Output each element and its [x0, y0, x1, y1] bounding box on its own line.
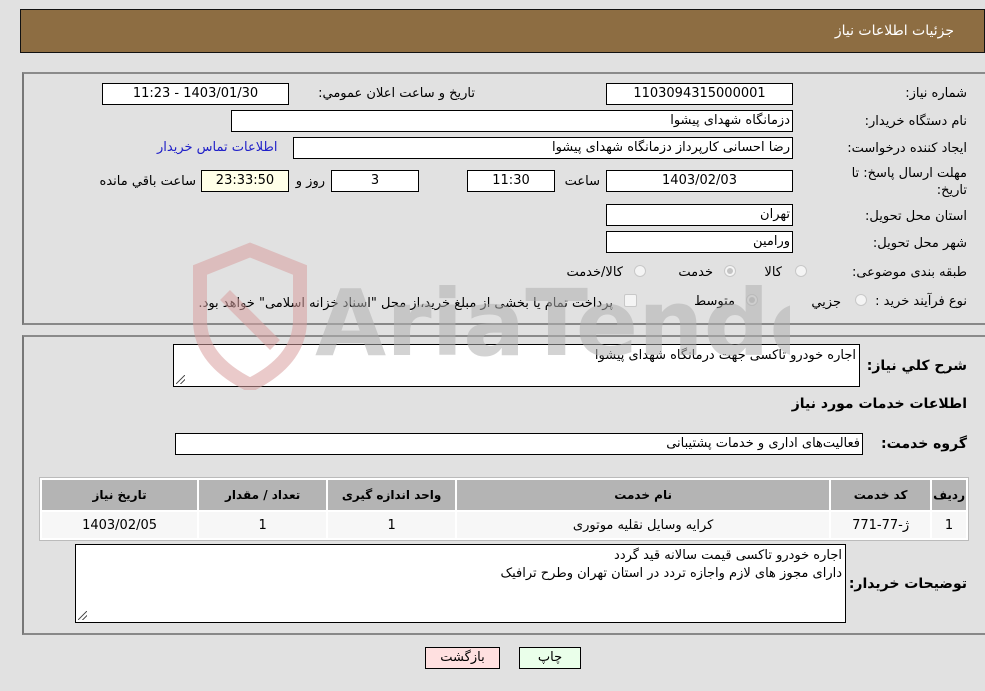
process-minor-label: جزيي	[811, 295, 841, 310]
process-radio-minor[interactable]	[855, 294, 867, 306]
category-radio-goods[interactable]	[795, 265, 807, 277]
service-group-label: گروه خدمت:	[881, 436, 967, 452]
creator-label: ایجاد کننده درخواست:	[847, 141, 967, 156]
process-label: نوع فرآیند خرید :	[875, 294, 967, 309]
category-radio-goods-service[interactable]	[634, 265, 646, 277]
city-label: شهر محل تحویل:	[872, 236, 967, 251]
treasury-checkbox[interactable]	[624, 294, 637, 307]
province-field[interactable]: تهران	[606, 204, 793, 226]
services-heading: اطلاعات خدمات مورد نیاز	[791, 396, 967, 412]
cell-qty: 1	[199, 512, 327, 538]
services-table-header: ردیف کد خدمت نام خدمت واحد اندازه گیری ت…	[42, 480, 966, 510]
province-label: استان محل تحویل:	[865, 209, 967, 224]
col-row-header: ردیف	[932, 480, 966, 510]
buyer-notes-label: توضیحات خریدار:	[848, 576, 967, 592]
need-number-label: شماره نیاز:	[905, 86, 967, 101]
deadline-time-field[interactable]: 11:30	[467, 170, 555, 192]
buyer-org-field[interactable]: دزمانگاه شهدای پیشوا	[231, 110, 793, 132]
col-qty-header: تعداد / مقدار	[199, 480, 327, 510]
category-label: طبقه بندی موضوعی:	[851, 265, 967, 280]
remaining-time-field[interactable]: 23:33:50	[201, 170, 289, 192]
need-number-field[interactable]: 1103094315000001	[606, 83, 793, 105]
description-textarea[interactable]: اجاره خودرو تاکسی جهت درمانگاه شهدای پیش…	[173, 344, 860, 387]
description-label: شرح کلي نیاز:	[866, 358, 967, 374]
resize-grip-icon[interactable]	[176, 375, 185, 384]
description-text: اجاره خودرو تاکسی جهت درمانگاه شهدای پیش…	[594, 348, 856, 363]
days-label: روز و	[295, 174, 325, 189]
page-header: جزئیات اطلاعات نیاز	[20, 9, 985, 53]
city-field[interactable]: ورامین	[606, 231, 793, 253]
print-button[interactable]: چاپ	[519, 647, 581, 669]
page-title: جزئیات اطلاعات نیاز	[834, 23, 954, 39]
remaining-time-label: ساعت باقي مانده	[99, 174, 196, 189]
deadline-date-field[interactable]: 1403/02/03	[606, 170, 793, 192]
col-name-header: نام خدمت	[457, 480, 830, 510]
table-row: 1 ژ-77-771 کرایه وسایل نقلیه موتوری 1 1 …	[42, 512, 966, 538]
buyer-org-label: نام دستگاه خریدار:	[864, 114, 967, 129]
buyer-notes-textarea[interactable]: اجاره خودرو تاکسی قیمت سالانه قید گردد د…	[75, 544, 846, 623]
deadline-label: مهلت ارسال پاسخ: تا تاریخ:	[851, 166, 967, 198]
cell-row: 1	[932, 512, 966, 538]
days-remaining-field[interactable]: 3	[331, 170, 419, 192]
buyer-contact-link[interactable]: اطلاعات تماس خریدار	[157, 140, 277, 155]
col-unit-header: واحد اندازه گیری	[328, 480, 456, 510]
creator-field[interactable]: رضا احسانی کارپرداز دزمانگاه شهدای پیشوا	[293, 137, 793, 159]
treasury-note: پرداخت تمام یا بخشی از مبلغ خرید،از محل …	[198, 296, 613, 311]
resize-grip-icon[interactable]	[78, 611, 87, 620]
deadline-time-label: ساعت	[564, 174, 600, 189]
announce-date-field[interactable]: 1403/01/30 - 11:23	[102, 83, 289, 105]
process-radio-medium[interactable]	[746, 294, 758, 306]
cell-code: ژ-77-771	[831, 512, 931, 538]
cell-unit: 1	[328, 512, 456, 538]
col-date-header: تاریخ نیاز	[42, 480, 198, 510]
services-table: ردیف کد خدمت نام خدمت واحد اندازه گیری ت…	[39, 477, 969, 541]
buyer-notes-line-1: اجاره خودرو تاکسی قیمت سالانه قید گردد	[614, 548, 842, 563]
cell-date: 1403/02/05	[42, 512, 198, 538]
service-group-field[interactable]: فعالیت‌های اداری و خدمات پشتیبانی	[175, 433, 863, 455]
process-medium-label: متوسط	[694, 294, 735, 309]
col-code-header: کد خدمت	[831, 480, 931, 510]
category-service-label: خدمت	[678, 265, 713, 280]
category-goods-service-label: کالا/خدمت	[566, 265, 623, 280]
announce-date-label: تاریخ و ساعت اعلان عمومي:	[318, 86, 475, 101]
buyer-notes-line-2: دارای مجوز های لازم واجازه تردد در استان…	[500, 566, 842, 581]
back-button[interactable]: بازگشت	[425, 647, 500, 669]
category-radio-service[interactable]	[724, 265, 736, 277]
cell-name: کرایه وسایل نقلیه موتوری	[457, 512, 830, 538]
category-goods-label: کالا	[764, 265, 782, 280]
